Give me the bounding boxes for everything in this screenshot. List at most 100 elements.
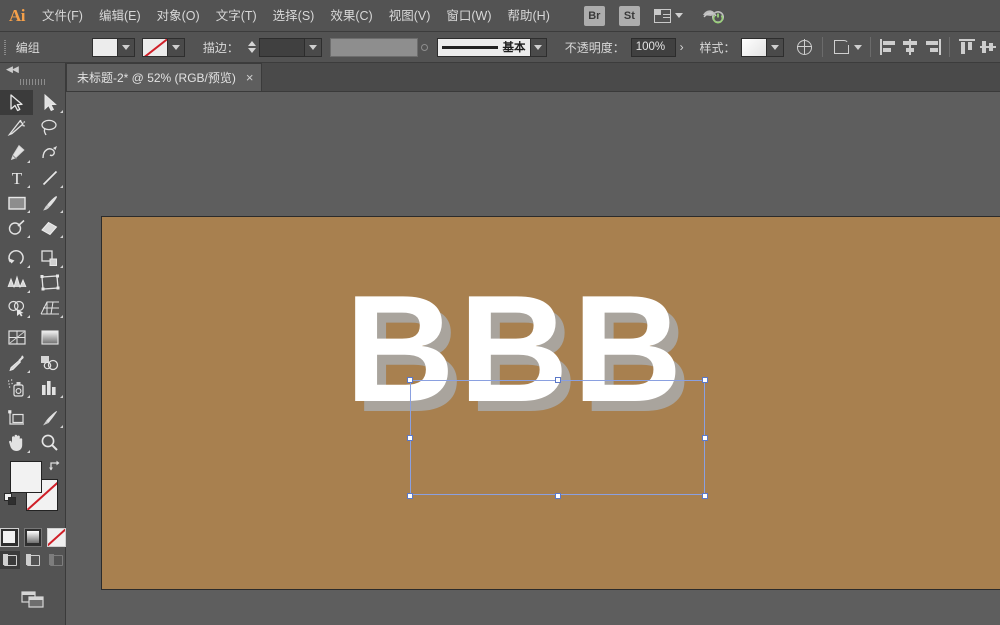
- color-mode-button[interactable]: [0, 527, 19, 547]
- gradient-tool[interactable]: [33, 325, 66, 350]
- brush-definition-control[interactable]: 基本: [437, 37, 531, 57]
- graphic-style-control[interactable]: [741, 37, 785, 57]
- creative-cloud-icon: [702, 9, 724, 23]
- variable-width-profile-input[interactable]: [330, 37, 418, 57]
- graphic-style-swatch[interactable]: [741, 37, 768, 57]
- line-segment-tool[interactable]: [33, 165, 66, 190]
- width-tool[interactable]: [0, 270, 33, 295]
- fill-control[interactable]: [91, 37, 135, 57]
- canvas-area[interactable]: BBB: [66, 92, 1000, 625]
- stock-button[interactable]: St: [618, 5, 640, 26]
- magic-wand-tool[interactable]: [0, 115, 33, 140]
- fill-swatch[interactable]: [91, 37, 118, 57]
- type-tool[interactable]: T: [0, 165, 33, 190]
- stroke-dropdown-button[interactable]: [168, 37, 186, 57]
- zoom-tool[interactable]: [33, 430, 66, 455]
- artboard-tool[interactable]: [0, 405, 33, 430]
- gradient-mode-button[interactable]: [23, 527, 43, 547]
- menu-window[interactable]: 窗口(W): [438, 0, 499, 32]
- toolbox-fill-swatch[interactable]: [10, 461, 42, 493]
- recolor-artwork-button[interactable]: [794, 36, 815, 58]
- paintbrush-tool[interactable]: [33, 190, 66, 215]
- stroke-control[interactable]: [142, 37, 186, 57]
- close-icon[interactable]: ×: [246, 71, 254, 84]
- chevron-down-icon: [771, 44, 780, 50]
- align-vertical-center-button[interactable]: [979, 36, 1000, 58]
- graphic-style-dropdown-button[interactable]: [767, 37, 785, 57]
- shape-builder-tool[interactable]: [0, 295, 33, 320]
- tools-panel-collapse-button[interactable]: ◀◀: [0, 63, 65, 76]
- menu-bar: Ai 文件(F) 编辑(E) 对象(O) 文字(T) 选择(S) 效果(C) 视…: [0, 0, 1000, 32]
- column-graph-tool[interactable]: [33, 375, 66, 400]
- menu-select[interactable]: 选择(S): [265, 0, 323, 32]
- selection-type-label: 编组: [15, 40, 40, 55]
- menu-object[interactable]: 对象(O): [149, 0, 208, 32]
- default-fill-stroke-button[interactable]: [4, 493, 17, 506]
- stroke-weight-stepper[interactable]: [245, 38, 259, 57]
- pen-tool[interactable]: [0, 140, 33, 165]
- rotate-tool[interactable]: [0, 245, 33, 270]
- align-horizontal-center-button[interactable]: [900, 36, 921, 58]
- menu-type[interactable]: 文字(T): [208, 0, 265, 32]
- artboard[interactable]: BBB: [101, 216, 1000, 590]
- gradient-icon: [27, 531, 39, 543]
- control-bar-grip[interactable]: [0, 32, 10, 63]
- menu-file[interactable]: 文件(F): [34, 0, 91, 32]
- artwork-text-bbb[interactable]: BBB: [345, 273, 686, 425]
- free-transform-tool[interactable]: [33, 270, 66, 295]
- lasso-tool[interactable]: [33, 115, 66, 140]
- tools-panel-grip[interactable]: [0, 76, 65, 88]
- bridge-button[interactable]: Br: [583, 5, 605, 26]
- curvature-tool[interactable]: [33, 140, 66, 165]
- drawing-mode-bar: [0, 549, 66, 571]
- variable-width-dropdown-button[interactable]: [417, 37, 432, 57]
- menu-effect[interactable]: 效果(C): [322, 0, 380, 32]
- opacity-expand-icon[interactable]: ›: [676, 40, 688, 54]
- stroke-weight-dropdown-button[interactable]: [304, 37, 322, 57]
- align-left-button[interactable]: [878, 36, 899, 58]
- drawing-mode-inside-button[interactable]: [46, 551, 66, 569]
- eyedropper-tool[interactable]: [0, 350, 33, 375]
- brush-dropdown-button[interactable]: [530, 37, 548, 57]
- swap-fill-stroke-button[interactable]: [48, 459, 62, 478]
- stroke-weight-label: 描边：: [202, 40, 239, 55]
- arrange-documents-button[interactable]: [653, 8, 683, 23]
- align-top-button[interactable]: [957, 36, 978, 58]
- document-tab[interactable]: 未标题-2* @ 52% (RGB/预览) ×: [66, 63, 263, 91]
- creative-cloud-button[interactable]: [701, 6, 725, 26]
- menu-edit[interactable]: 编辑(E): [91, 0, 149, 32]
- transform-button[interactable]: [830, 36, 851, 58]
- selection-tool[interactable]: [0, 90, 33, 115]
- shaper-tool[interactable]: [0, 215, 33, 240]
- svg-text:T: T: [11, 169, 22, 187]
- menu-help[interactable]: 帮助(H): [500, 0, 558, 32]
- blend-tool[interactable]: [33, 350, 66, 375]
- control-bar: 编组 描边： 基本 不透明度： 100% › 样式：: [0, 32, 1000, 63]
- stroke-weight-input[interactable]: [258, 37, 305, 57]
- none-mode-button[interactable]: [47, 527, 67, 547]
- transform-dropdown-button[interactable]: [851, 37, 864, 57]
- stroke-weight-field-group[interactable]: [258, 37, 322, 57]
- symbol-sprayer-tool[interactable]: [0, 375, 33, 400]
- slice-tool[interactable]: [33, 405, 66, 430]
- drawing-mode-normal-button[interactable]: [0, 551, 20, 569]
- perspective-grid-tool[interactable]: [33, 295, 66, 320]
- color-mode-bar: [0, 525, 67, 549]
- fill-dropdown-button[interactable]: [117, 37, 135, 57]
- align-horizontal-center-icon: [901, 39, 919, 55]
- drawing-mode-behind-button[interactable]: [23, 551, 43, 569]
- draw-normal-icon: [3, 554, 17, 566]
- align-left-icon: [880, 39, 898, 55]
- align-right-button[interactable]: [921, 36, 942, 58]
- eraser-tool[interactable]: [33, 215, 66, 240]
- rectangle-tool[interactable]: [0, 190, 33, 215]
- menu-view[interactable]: 视图(V): [381, 0, 439, 32]
- change-screen-mode-button[interactable]: [0, 583, 66, 617]
- scale-tool[interactable]: [33, 245, 66, 270]
- opacity-input[interactable]: 100%: [630, 37, 676, 57]
- recolor-artwork-icon: [796, 39, 813, 55]
- stroke-swatch-none[interactable]: [142, 37, 169, 57]
- hand-tool[interactable]: [0, 430, 33, 455]
- mesh-tool[interactable]: [0, 325, 33, 350]
- direct-selection-tool[interactable]: [33, 90, 66, 115]
